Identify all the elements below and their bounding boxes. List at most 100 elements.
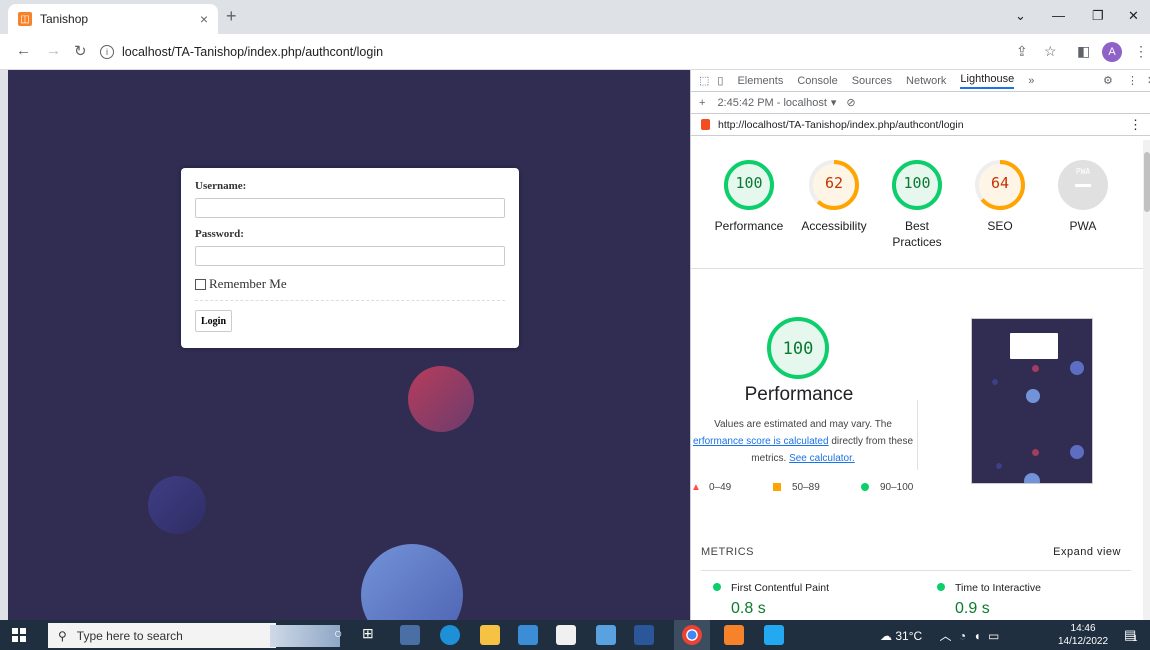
report-url-bar: http://localhost/TA-Tanishop/index.php/a… [691,114,1150,136]
performance-title: Performance [744,384,854,405]
restore-icon[interactable]: ❐ [1092,8,1104,24]
new-tab-button[interactable]: + [226,6,237,27]
device-toolbar-icon[interactable]: ▯ [717,74,723,87]
devtools-scrollbar[interactable] [1143,140,1150,620]
temperature[interactable]: 31°C [895,629,922,643]
page-screenshot-thumbnail[interactable] [971,318,1093,484]
login-button[interactable]: Login [195,310,233,332]
metric-tti: Time to Interactive 0.9 s [937,582,1041,618]
gauge-label: PWA [1069,219,1097,233]
tab-network[interactable]: Network [906,75,946,87]
password-label: Password: [195,228,244,240]
divider [691,268,1150,269]
windows-start-icon[interactable] [12,628,26,642]
report-selector[interactable]: 2:45:42 PM - localhost [717,97,826,109]
remember-checkbox[interactable] [195,278,206,290]
perf-desc-2: directly from these [828,436,914,447]
score-calculated-link[interactable]: erformance score is calculated [693,436,829,447]
remember-label: Remember Me [209,276,287,291]
side-panel-icon[interactable]: ◧ [1077,43,1090,60]
devtools-tabs: ⬚ ▯ Elements Console Sources Network Lig… [691,70,1150,92]
tanishop-app-icon[interactable] [724,625,744,645]
browser-menu-icon[interactable]: ⋮ [1134,43,1148,60]
minimize-icon[interactable]: — [1052,8,1065,23]
metric-name: Time to Interactive [955,582,1041,594]
tab-strip: ◫ Tanishop × + ⌄ — ❐ ✕ [0,0,1150,34]
weather-cloud-icon[interactable]: ☁ [880,629,892,643]
url-text: localhost/TA-Tanishop/index.php/authcont… [122,45,384,59]
cortana-icon[interactable]: ○ [334,625,354,645]
task-view-icon[interactable]: ⊞ [362,625,382,645]
tanishop-favicon-icon: ◫ [18,12,32,26]
decorative-circle [408,366,474,432]
pass-dot-icon [937,583,945,591]
pass-dot-icon [713,583,721,591]
chrome-taskbar-button[interactable] [674,620,710,650]
report-url: http://localhost/TA-Tanishop/index.php/a… [718,118,964,131]
clear-icon[interactable]: ⊘ [846,96,855,109]
perf-large-score: 100 [783,339,814,359]
windows-taskbar: ⚲ Type here to search ○ ⊞ ☁ 31°C ︿ ◔ ◖ ▭… [0,620,1150,650]
gauge-pwa[interactable]: PWA PWA [1033,157,1133,235]
edge-icon[interactable] [440,625,460,645]
back-icon[interactable]: ← [16,42,31,59]
metrics-label: METRICS [701,546,754,558]
devtools-menu-icon[interactable]: ⋮ [1127,74,1138,87]
dropdown-icon[interactable]: ▾ [831,96,837,109]
taskbar-search[interactable]: ⚲ Type here to search [48,623,340,648]
file-explorer-icon[interactable] [480,625,500,645]
remember-me[interactable]: Remember Me [195,276,505,301]
metric-name: First Contentful Paint [731,582,830,594]
tab-elements[interactable]: Elements [737,75,783,87]
settings-gear-icon[interactable]: ⚙ [1103,74,1113,87]
more-tabs-icon[interactable]: » [1028,75,1034,87]
scrollbar-thumb[interactable] [1144,152,1150,212]
share-icon[interactable]: ⇪ [1016,43,1028,60]
username-input[interactable] [195,198,505,218]
battery-icon[interactable]: ▭ [988,629,999,643]
metrics-header: METRICS Expand view [701,546,1131,571]
volume-icon[interactable]: ◖ [973,629,980,643]
legend-pass: 90–100 [880,482,914,493]
network-icon[interactable]: ◔ [959,629,966,643]
see-calculator-link[interactable]: See calculator. [789,453,855,464]
tab-close-icon[interactable]: × [200,11,208,27]
close-window-icon[interactable]: ✕ [1128,8,1139,24]
app-icon[interactable] [400,625,420,645]
perf-desc-3: metrics. [751,453,790,464]
profile-avatar[interactable]: A [1102,42,1122,62]
app-icon[interactable] [596,625,616,645]
store-icon[interactable] [556,625,576,645]
report-toolbar: + 2:45:42 PM - localhost ▾ ⊘ [691,92,1150,114]
mail-icon[interactable] [518,625,538,645]
average-square-icon [773,483,781,491]
tab-search-icon[interactable]: ⌄ [1015,8,1026,24]
expand-view-button[interactable]: Expand view [1053,546,1121,558]
bookmark-star-icon[interactable]: ☆ [1044,43,1057,60]
forward-icon[interactable]: → [46,42,61,59]
vscode-icon[interactable] [764,625,784,645]
inspect-icon[interactable]: ⬚ [699,74,709,87]
tab-sources[interactable]: Sources [852,75,892,87]
new-report-icon[interactable]: + [699,97,705,109]
metric-value: 0.9 s [955,600,990,617]
pass-circle-icon [861,483,869,491]
fail-triangle-icon: ▲ [691,482,701,493]
password-input[interactable] [195,246,505,266]
tray-chevron-icon[interactable]: ︿ [940,629,952,643]
tab-lighthouse[interactable]: Lighthouse [960,73,1015,89]
site-info-icon[interactable]: i [100,45,114,59]
address-bar[interactable]: i localhost/TA-Tanishop/index.php/authco… [100,39,1000,65]
report-menu-icon[interactable]: ⋮ [1129,117,1142,133]
tab-console[interactable]: Console [797,75,837,87]
gauge-label: Best Practices [892,219,942,249]
metric-fcp: First Contentful Paint 0.8 s [713,582,829,618]
metric-value: 0.8 s [731,600,766,617]
lighthouse-icon [701,119,710,130]
browser-tab[interactable]: ◫ Tanishop × [8,4,218,34]
word-icon[interactable] [634,625,654,645]
legend-average: 50–89 [792,482,820,493]
taskbar-clock[interactable]: 14:46 14/12/2022 [1058,622,1108,648]
reload-icon[interactable]: ↻ [74,42,87,60]
devtools-panel: ⬚ ▯ Elements Console Sources Network Lig… [690,70,1150,620]
